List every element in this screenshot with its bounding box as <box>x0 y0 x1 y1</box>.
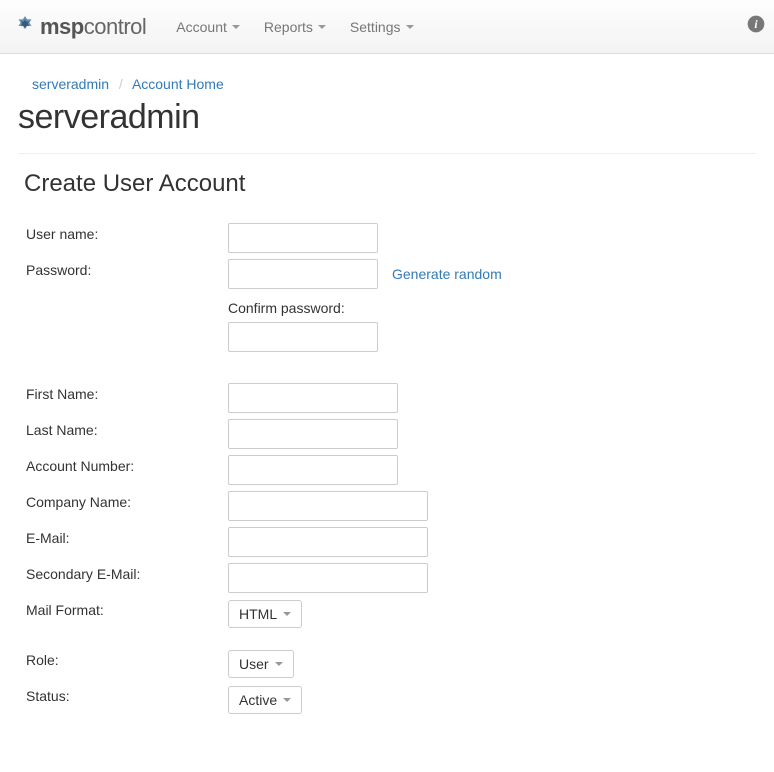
password-input[interactable] <box>228 259 378 289</box>
role-dropdown[interactable]: User <box>228 650 294 678</box>
company-name-input[interactable] <box>228 491 428 521</box>
top-navbar: mspcontrol Account Reports Settings i <box>0 0 774 54</box>
label-secondary-email: Secondary E-Mail: <box>26 560 228 582</box>
generate-random-link[interactable]: Generate random <box>392 266 502 282</box>
nav-account[interactable]: Account <box>164 9 252 45</box>
section-title: Create User Account <box>24 170 756 198</box>
chevron-down-icon <box>283 698 291 702</box>
label-confirm-password: Confirm password: <box>228 300 756 316</box>
label-mail-format: Mail Format: <box>26 596 228 618</box>
mail-format-dropdown[interactable]: HTML <box>228 600 302 628</box>
page-title: serveradmin <box>18 98 756 137</box>
create-user-form: User name: Password: Generate random Con… <box>18 220 756 718</box>
label-password: Password: <box>26 256 228 278</box>
chevron-down-icon <box>406 25 414 29</box>
page-content: serveradmin / Account Home serveradmin C… <box>0 54 774 748</box>
brand-logo[interactable]: mspcontrol <box>12 14 146 40</box>
username-input[interactable] <box>228 223 378 253</box>
info-icon[interactable]: i <box>746 14 766 37</box>
nav-settings[interactable]: Settings <box>338 9 426 45</box>
chevron-down-icon <box>232 25 240 29</box>
confirm-password-input[interactable] <box>228 322 378 352</box>
label-username: User name: <box>26 220 228 242</box>
secondary-email-input[interactable] <box>228 563 428 593</box>
nav-reports[interactable]: Reports <box>252 9 338 45</box>
label-role: Role: <box>26 646 228 668</box>
label-company-name: Company Name: <box>26 488 228 510</box>
divider <box>18 153 756 154</box>
label-account-number: Account Number: <box>26 452 228 474</box>
breadcrumb-serveradmin[interactable]: serveradmin <box>32 76 109 92</box>
last-name-input[interactable] <box>228 419 398 449</box>
label-first-name: First Name: <box>26 380 228 402</box>
brand-text: mspcontrol <box>40 14 146 40</box>
breadcrumb-account-home[interactable]: Account Home <box>132 76 224 92</box>
email-input[interactable] <box>228 527 428 557</box>
chevron-down-icon <box>275 662 283 666</box>
chevron-down-icon <box>318 25 326 29</box>
status-dropdown[interactable]: Active <box>228 686 302 714</box>
label-status: Status: <box>26 682 228 704</box>
account-number-input[interactable] <box>228 455 398 485</box>
label-email: E-Mail: <box>26 524 228 546</box>
logo-icon <box>12 14 38 40</box>
breadcrumb-separator: / <box>113 76 129 92</box>
chevron-down-icon <box>283 612 291 616</box>
label-last-name: Last Name: <box>26 416 228 438</box>
breadcrumb: serveradmin / Account Home <box>18 68 756 96</box>
first-name-input[interactable] <box>228 383 398 413</box>
